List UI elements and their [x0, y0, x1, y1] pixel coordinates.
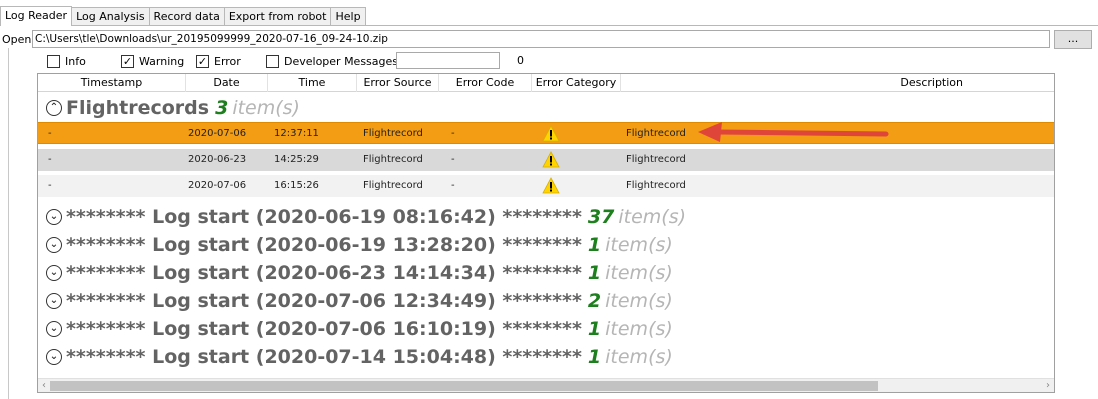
cell-timestamp: - [48, 180, 52, 191]
cell-description: Flightrecord [626, 154, 686, 165]
cell-date: 2020-07-06 [188, 128, 247, 139]
cell-error-code: - [451, 128, 455, 139]
grid-header: Timestamp Date Time Error Source Error C… [38, 74, 1054, 92]
group-count: 1 [587, 261, 602, 284]
group-title: ******** Log start (2020-06-23 14:14:34)… [66, 261, 582, 284]
table-row[interactable]: - 2020-07-06 12:37:11 Flightrecord - Fli… [38, 122, 1054, 144]
expand-icon[interactable]: ⌄ [46, 320, 62, 337]
table-row[interactable]: - 2020-07-06 16:15:26 Flightrecord - Fli… [38, 175, 1054, 197]
error-checkbox-label: Error [214, 54, 241, 68]
cell-description: Flightrecord [626, 180, 686, 191]
info-checkbox-box[interactable] [47, 54, 60, 68]
panel-border [8, 48, 9, 399]
cell-time: 14:25:29 [274, 154, 319, 165]
developer-messages-label: Developer Messages [284, 54, 399, 68]
cell-time: 12:37:11 [274, 128, 319, 139]
group-items-label: item(s) [605, 261, 673, 284]
expand-icon[interactable]: ⌄ [46, 208, 62, 225]
group-count: 1 [587, 233, 602, 256]
group-items-label: item(s) [605, 345, 673, 368]
cell-error-source: Flightrecord [363, 154, 423, 165]
collapse-icon[interactable]: ⌃ [46, 99, 62, 116]
expand-icon[interactable]: ⌄ [46, 348, 62, 365]
group-items-label: item(s) [605, 289, 673, 312]
column-header-error-category[interactable]: Error Category [532, 74, 621, 92]
warning-icon [542, 177, 560, 194]
group-header-log-start[interactable]: ⌄ ******** Log start (2020-07-06 16:10:1… [46, 316, 673, 341]
expand-icon[interactable]: ⌄ [46, 264, 62, 281]
file-path-input[interactable] [32, 30, 1050, 48]
cell-date: 2020-07-06 [188, 180, 247, 191]
warning-checkbox[interactable]: ✓ Warning [121, 53, 184, 69]
column-header-date[interactable]: Date [186, 74, 268, 92]
group-header-log-start[interactable]: ⌄ ******** Log start (2020-06-23 14:14:3… [46, 260, 673, 285]
group-items-label: item(s) [618, 205, 687, 228]
info-checkbox[interactable]: Info [47, 53, 86, 69]
group-count: 2 [587, 289, 602, 312]
column-header-error-source[interactable]: Error Source [357, 74, 439, 92]
group-header-log-start[interactable]: ⌄ ******** Log start (2020-06-19 08:16:4… [46, 204, 686, 229]
cell-timestamp: - [48, 154, 52, 165]
warning-checkbox-label: Warning [139, 54, 185, 68]
group-count: 1 [587, 345, 602, 368]
tab-bar: Log Reader Log Analysis Record data Expo… [0, 6, 366, 26]
group-items-label: item(s) [605, 317, 673, 340]
tab-help[interactable]: Help [330, 7, 366, 26]
warning-icon [542, 151, 560, 168]
tab-log-reader[interactable]: Log Reader [0, 6, 73, 26]
tab-divider [0, 25, 1098, 26]
cell-timestamp: - [48, 128, 52, 139]
group-header-flightrecords[interactable]: ⌃ Flightrecords 3 item(s) [46, 95, 300, 120]
scroll-left-icon[interactable]: ‹ [38, 379, 50, 392]
tab-record-data[interactable]: Record data [148, 7, 225, 26]
open-label: Open [2, 33, 32, 46]
cell-time: 16:15:26 [274, 180, 319, 191]
scroll-right-icon[interactable]: › [1042, 379, 1054, 392]
error-checkbox[interactable]: ✓ Error [196, 53, 241, 69]
filter-bar: Info ✓ Warning ✓ Error Developer Message… [47, 52, 647, 69]
group-title: ******** Log start (2020-06-19 08:16:42)… [66, 205, 582, 228]
group-title: ******** Log start (2020-07-06 12:34:49)… [66, 289, 582, 312]
group-title: ******** Log start (2020-07-06 16:10:19)… [66, 317, 582, 340]
horizontal-scrollbar[interactable]: ‹ › [38, 378, 1054, 392]
group-count: 1 [587, 317, 602, 340]
expand-icon[interactable]: ⌄ [46, 292, 62, 309]
group-items-label: item(s) [605, 233, 673, 256]
annotation-arrow-icon [698, 122, 889, 142]
group-title: Flightrecords [66, 96, 210, 119]
expand-icon[interactable]: ⌄ [46, 236, 62, 253]
warning-icon [542, 125, 560, 142]
error-checkbox-box[interactable]: ✓ [196, 54, 209, 68]
scrollbar-thumb[interactable] [50, 381, 878, 391]
group-header-log-start[interactable]: ⌄ ******** Log start (2020-07-14 15:04:4… [46, 344, 673, 369]
group-items-label: item(s) [232, 96, 300, 119]
browse-button[interactable]: ... [1054, 30, 1092, 49]
group-count: 37 [587, 205, 615, 228]
column-header-timestamp[interactable]: Timestamp [38, 74, 186, 92]
column-header-description[interactable]: Description [621, 74, 1054, 92]
group-count: 3 [215, 96, 229, 119]
cell-error-code: - [451, 154, 455, 165]
warning-checkbox-box[interactable]: ✓ [121, 54, 134, 68]
log-grid: Timestamp Date Time Error Source Error C… [37, 73, 1055, 393]
cell-date: 2020-06-23 [188, 154, 247, 165]
group-header-log-start[interactable]: ⌄ ******** Log start (2020-07-06 12:34:4… [46, 288, 673, 313]
column-header-time[interactable]: Time [268, 74, 357, 92]
filter-search-input[interactable] [396, 52, 500, 69]
info-checkbox-label: Info [65, 54, 86, 68]
cell-error-source: Flightrecord [363, 180, 423, 191]
group-title: ******** Log start (2020-07-14 15:04:48)… [66, 345, 582, 368]
column-header-error-code[interactable]: Error Code [439, 74, 532, 92]
filter-count: 0 [517, 54, 524, 67]
cell-error-source: Flightrecord [363, 128, 423, 139]
group-header-log-start[interactable]: ⌄ ******** Log start (2020-06-19 13:28:2… [46, 232, 673, 257]
developer-messages-checkbox-box[interactable] [266, 54, 279, 68]
group-title: ******** Log start (2020-06-19 13:28:20)… [66, 233, 582, 256]
cell-description: Flightrecord [626, 128, 686, 139]
tab-export-from-robot[interactable]: Export from robot [223, 7, 332, 26]
cell-error-code: - [451, 180, 455, 191]
developer-messages-checkbox[interactable]: Developer Messages [266, 53, 398, 69]
table-row[interactable]: - 2020-06-23 14:25:29 Flightrecord - Fli… [38, 149, 1054, 171]
tab-log-analysis[interactable]: Log Analysis [71, 7, 150, 26]
